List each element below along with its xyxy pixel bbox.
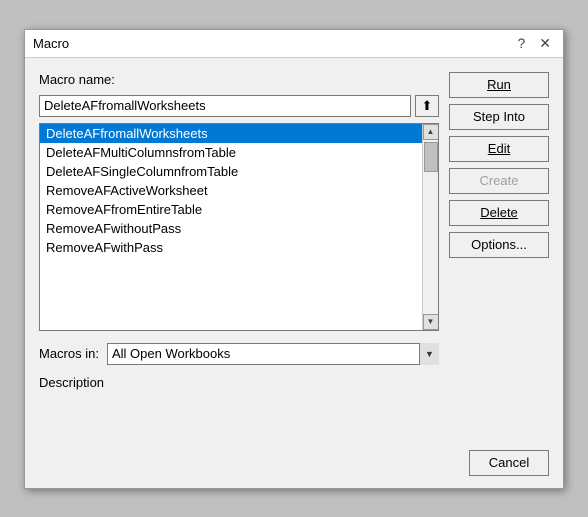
title-bar: Macro ? ✕ bbox=[25, 30, 563, 58]
list-item[interactable]: RemoveAFwithPass bbox=[40, 238, 422, 257]
list-item[interactable]: RemoveAFfromEntireTable bbox=[40, 200, 422, 219]
list-item[interactable]: RemoveAFwithoutPass bbox=[40, 219, 422, 238]
description-label: Description bbox=[39, 375, 104, 390]
macro-list[interactable]: DeleteAFfromallWorksheetsDeleteAFMultiCo… bbox=[40, 124, 422, 330]
macro-name-label: Macro name: bbox=[39, 72, 439, 87]
step-into-button[interactable]: Step Into bbox=[449, 104, 549, 130]
list-item[interactable]: DeleteAFSingleColumnfromTable bbox=[40, 162, 422, 181]
dialog-body: Macro name: ⬆ DeleteAFfromallWorksheetsD… bbox=[25, 58, 563, 444]
macros-in-select[interactable]: All Open WorkbooksThis Workbook bbox=[107, 343, 439, 365]
description-box bbox=[39, 394, 439, 434]
right-panel: Run Step Into Edit Create Delete Options… bbox=[449, 72, 549, 434]
macros-in-label: Macros in: bbox=[39, 346, 99, 361]
edit-button[interactable]: Edit bbox=[449, 136, 549, 162]
description-section: Description bbox=[39, 375, 439, 434]
list-item[interactable]: DeleteAFMultiColumnsfromTable bbox=[40, 143, 422, 162]
title-bar-controls: ? ✕ bbox=[513, 36, 555, 50]
scrollbar-track[interactable]: ▲ ▼ bbox=[422, 124, 438, 330]
scrollbar-thumb[interactable] bbox=[424, 142, 438, 172]
list-item[interactable]: RemoveAFActiveWorksheet bbox=[40, 181, 422, 200]
scrollbar-up-btn[interactable]: ▲ bbox=[423, 124, 439, 140]
dialog-title: Macro bbox=[33, 36, 69, 51]
options-button[interactable]: Options... bbox=[449, 232, 549, 258]
list-item[interactable]: DeleteAFfromallWorksheets bbox=[40, 124, 422, 143]
run-button[interactable]: Run bbox=[449, 72, 549, 98]
dialog-footer: Cancel bbox=[25, 444, 563, 488]
macros-in-row: Macros in: All Open WorkbooksThis Workbo… bbox=[39, 343, 439, 365]
close-button[interactable]: ✕ bbox=[535, 36, 555, 50]
macro-dialog: Macro ? ✕ Macro name: ⬆ DeleteAFfromallW… bbox=[24, 29, 564, 489]
create-button[interactable]: Create bbox=[449, 168, 549, 194]
macros-in-select-wrapper: All Open WorkbooksThis Workbook ▼ bbox=[107, 343, 439, 365]
macro-name-row: ⬆ bbox=[39, 95, 439, 117]
upload-icon: ⬆ bbox=[422, 98, 433, 114]
scrollbar-down-btn[interactable]: ▼ bbox=[423, 314, 439, 330]
left-panel: Macro name: ⬆ DeleteAFfromallWorksheetsD… bbox=[39, 72, 439, 434]
delete-button[interactable]: Delete bbox=[449, 200, 549, 226]
upload-button[interactable]: ⬆ bbox=[415, 95, 439, 117]
macro-name-input[interactable] bbox=[39, 95, 411, 117]
help-button[interactable]: ? bbox=[513, 36, 529, 50]
macro-list-container: DeleteAFfromallWorksheetsDeleteAFMultiCo… bbox=[39, 123, 439, 331]
cancel-button[interactable]: Cancel bbox=[469, 450, 549, 476]
